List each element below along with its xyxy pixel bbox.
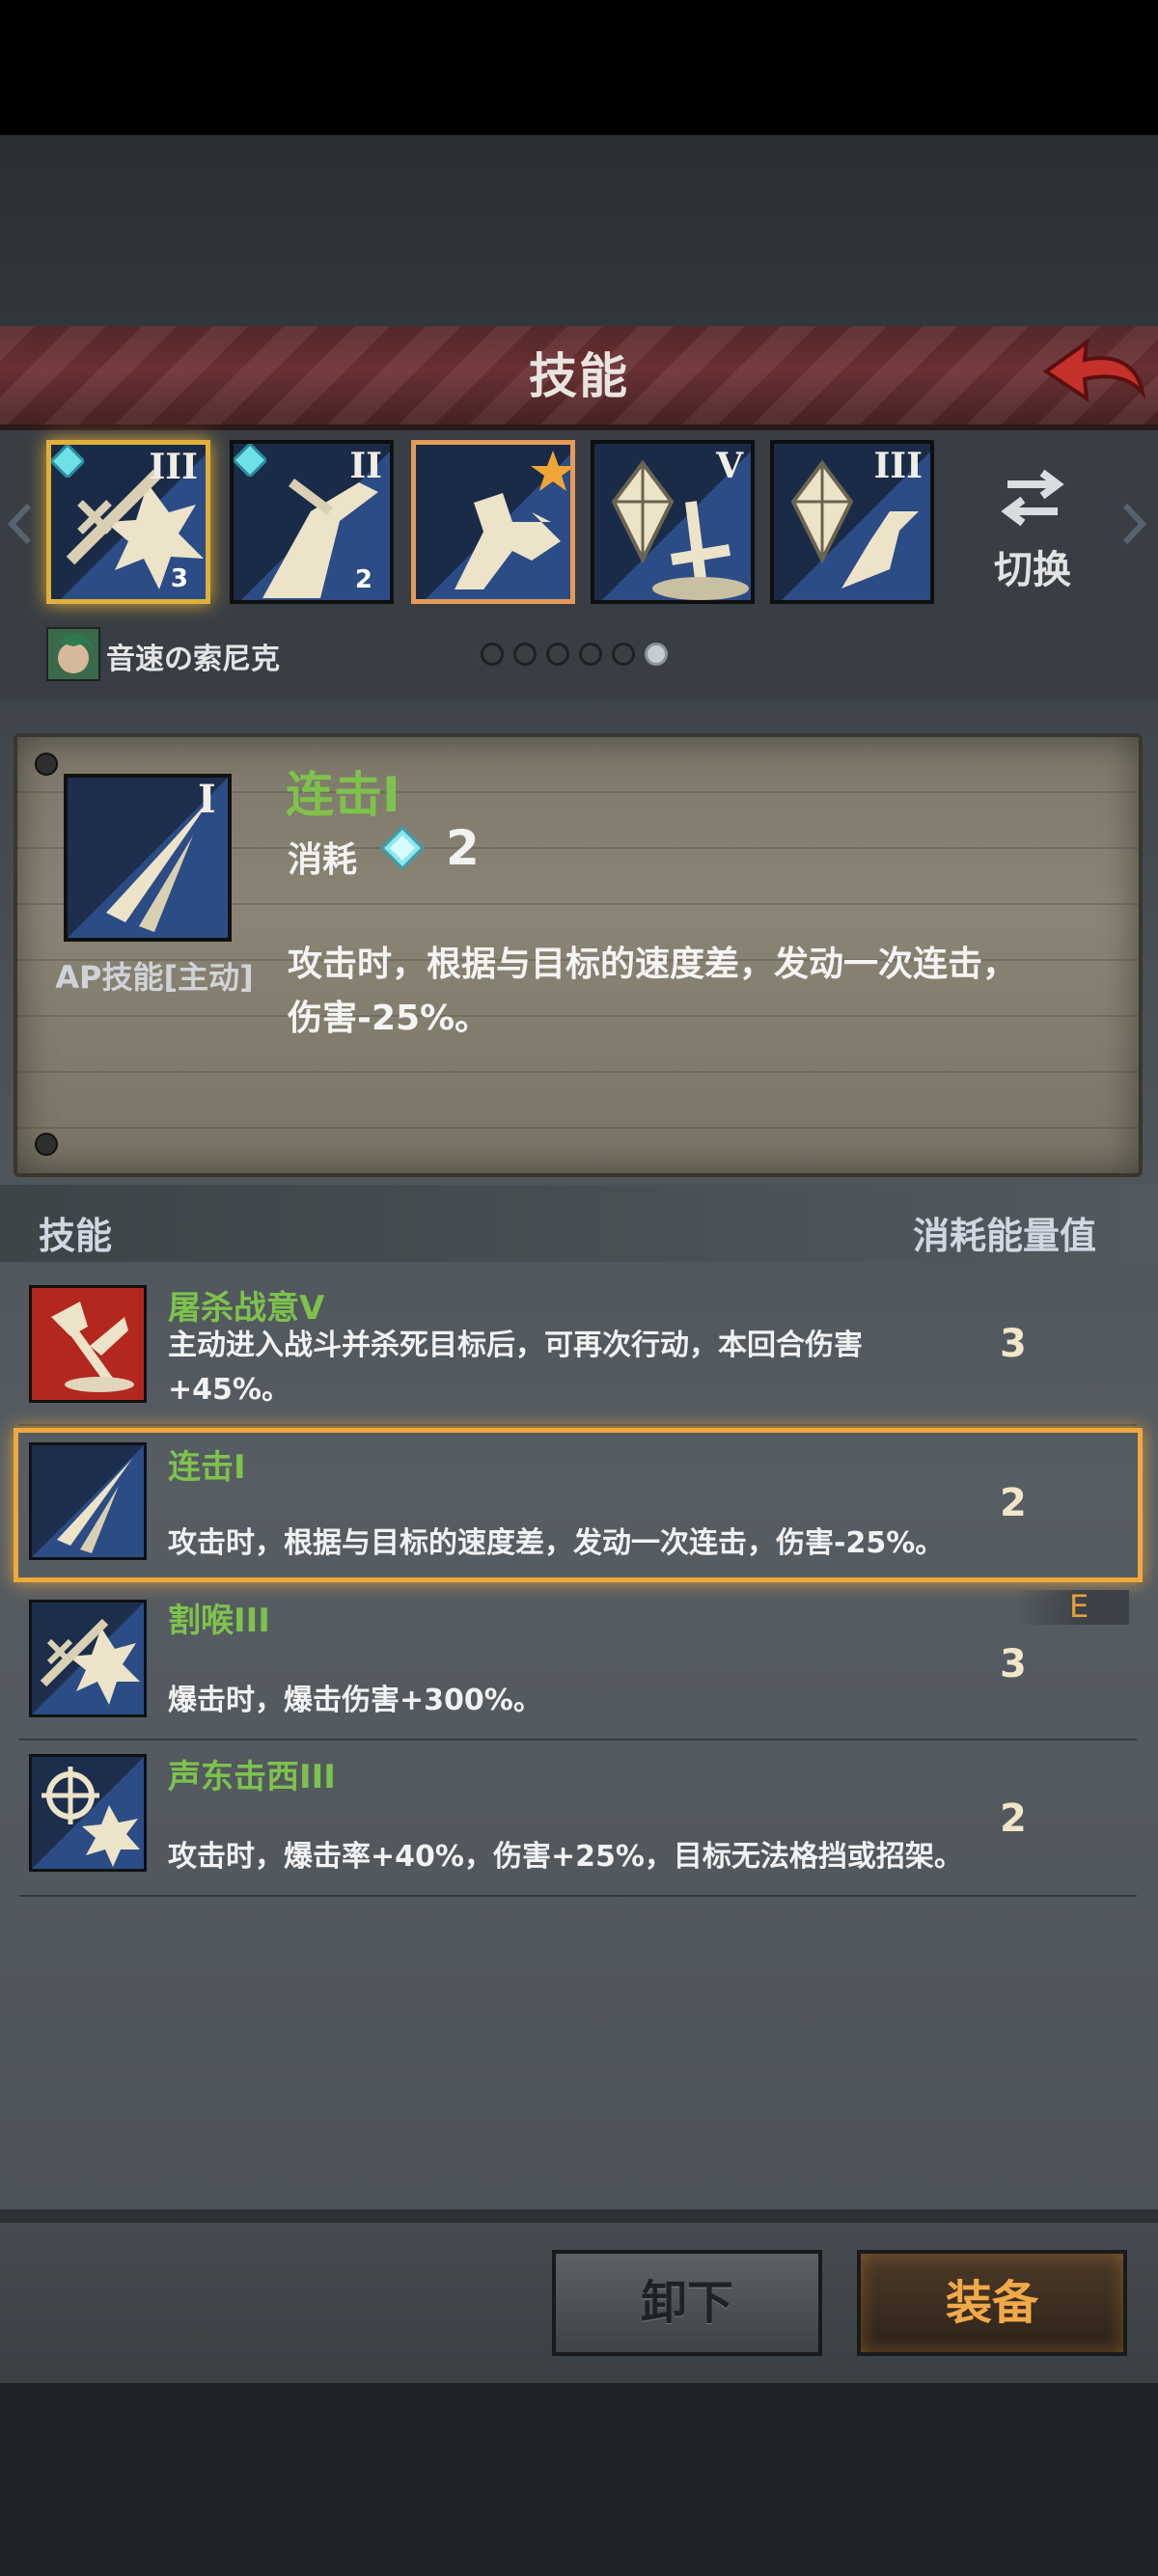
crosshair-burst-icon xyxy=(32,1757,144,1869)
cost-value: 2 xyxy=(446,820,480,876)
row-skill-name: 声东击西III xyxy=(168,1758,336,1796)
row-skill-cost: 2 xyxy=(1000,1481,1027,1525)
row-skill-icon xyxy=(29,1442,147,1560)
row-skill-cost: 2 xyxy=(1000,1796,1027,1841)
detail-skill-type: AP技能[主动] xyxy=(55,959,254,996)
slot-gem-count: 3 xyxy=(170,564,188,593)
column-header-cost: 消耗能量值 xyxy=(913,1215,1097,1257)
row-divider xyxy=(19,1739,1137,1740)
slaughter-axe-icon xyxy=(32,1288,144,1400)
slot-level: V xyxy=(716,446,743,486)
energy-gem-icon xyxy=(380,826,425,870)
bottom-background xyxy=(0,2383,1158,2576)
page-title: 技能 xyxy=(529,348,629,404)
skill-slot-5[interactable]: III xyxy=(770,440,934,604)
detail-description-line: 伤害-25%。 xyxy=(288,999,490,1038)
detail-description-line: 攻击时，根据与目标的速度差，发动一次连击， xyxy=(288,945,1018,984)
gem-icon xyxy=(51,445,84,478)
page-dot[interactable] xyxy=(546,643,569,666)
row-skill-cost: 3 xyxy=(1000,1322,1027,1366)
chevron-left-icon[interactable] xyxy=(6,502,35,546)
character-name: 音速の索尼克 xyxy=(106,643,280,676)
avatar xyxy=(46,627,100,681)
list-item[interactable]: 声东击西III 攻击时，爆击率+40%，伤害+25%，目标无法格挡或招架。 2 xyxy=(14,1742,1143,1897)
combo-blades-icon xyxy=(32,1445,144,1557)
swap-arrows-icon xyxy=(1001,469,1064,527)
row-skill-desc: 主动进入战斗并杀死目标后，可再次行动，本回合伤害 +45%。 xyxy=(168,1324,901,1412)
detail-description: 攻击时，根据与目标的速度差，发动一次连击， 伤害-25%。 xyxy=(288,938,1060,1046)
row-skill-desc: 攻击时，根据与目标的速度差，发动一次连击，伤害-25%。 xyxy=(168,1521,1036,1566)
back-arrow-icon[interactable] xyxy=(1040,333,1148,410)
skill-slot-4[interactable]: V xyxy=(591,440,755,604)
row-skill-desc: 爆击时，爆击伤害+300%。 xyxy=(168,1679,901,1723)
switch-label: 切换 xyxy=(994,548,1071,592)
slot-gem-count: 2 xyxy=(354,565,372,594)
row-skill-desc-line: 攻击时，根据与目标的速度差，发动一次连击，伤害-25%。 xyxy=(168,1526,945,1560)
throat-slash-icon xyxy=(32,1603,144,1714)
status-bar-area xyxy=(0,0,1158,135)
slot-level: II xyxy=(349,446,382,486)
cost-label: 消耗 xyxy=(288,840,358,880)
row-skill-desc: 攻击时，爆击率+40%，伤害+25%，目标无法格挡或招架。 xyxy=(168,1835,1036,1879)
row-skill-icon xyxy=(29,1285,147,1403)
row-skill-desc-line: 主动进入战斗并杀死目标后，可再次行动，本回合伤害 xyxy=(168,1329,863,1362)
chevron-right-icon[interactable] xyxy=(1119,502,1148,546)
list-item-selected[interactable]: 连击I 攻击时，根据与目标的速度差，发动一次连击，伤害-25%。 2 xyxy=(14,1428,1143,1582)
row-skill-icon xyxy=(29,1754,147,1872)
list-item[interactable]: 割喉III 爆击时，爆击伤害+300%。 3 xyxy=(14,1586,1143,1740)
charge-star-icon xyxy=(426,451,570,599)
rivet-icon xyxy=(35,753,58,776)
row-skill-desc-line: 爆击时，爆击伤害+300%。 xyxy=(168,1684,542,1717)
detail-skill-level: I xyxy=(198,777,216,822)
row-skill-cost: 3 xyxy=(1000,1642,1027,1686)
row-skill-icon xyxy=(29,1600,147,1717)
column-header-skill: 技能 xyxy=(39,1215,113,1257)
page-dot-active[interactable] xyxy=(645,643,668,666)
page-dot[interactable] xyxy=(579,643,602,666)
row-skill-name: 屠杀战意V xyxy=(168,1289,325,1328)
row-skill-name: 连击I xyxy=(168,1448,246,1487)
skill-slot-3[interactable] xyxy=(411,440,575,604)
row-skill-desc-line: +45%。 xyxy=(168,1373,290,1407)
rivet-icon xyxy=(35,1133,58,1156)
row-skill-desc-line: 攻击时，爆击率+40%，伤害+25%，目标无法格挡或招架。 xyxy=(168,1840,963,1874)
gem-icon xyxy=(234,444,266,477)
row-divider xyxy=(19,1424,1137,1426)
equip-button[interactable]: 装备 xyxy=(857,2250,1127,2356)
page-dot[interactable] xyxy=(612,643,635,666)
skill-slot-2[interactable]: II 2 xyxy=(230,440,394,604)
page-dot[interactable] xyxy=(481,643,504,666)
slot-level: III xyxy=(149,447,198,487)
row-divider xyxy=(19,1895,1137,1897)
detail-skill-name: 连击I xyxy=(286,767,400,823)
slot-level: III xyxy=(873,446,923,486)
unequip-button[interactable]: 卸下 xyxy=(552,2250,822,2356)
list-item[interactable]: 屠杀战意V 主动进入战斗并杀死目标后，可再次行动，本回合伤害 +45%。 3 xyxy=(14,1272,1143,1426)
action-bar-divider xyxy=(0,2209,1158,2223)
skill-slot-1[interactable]: III 3 xyxy=(46,440,210,604)
row-skill-name: 割喉III xyxy=(168,1602,270,1640)
page-dot[interactable] xyxy=(513,643,537,666)
